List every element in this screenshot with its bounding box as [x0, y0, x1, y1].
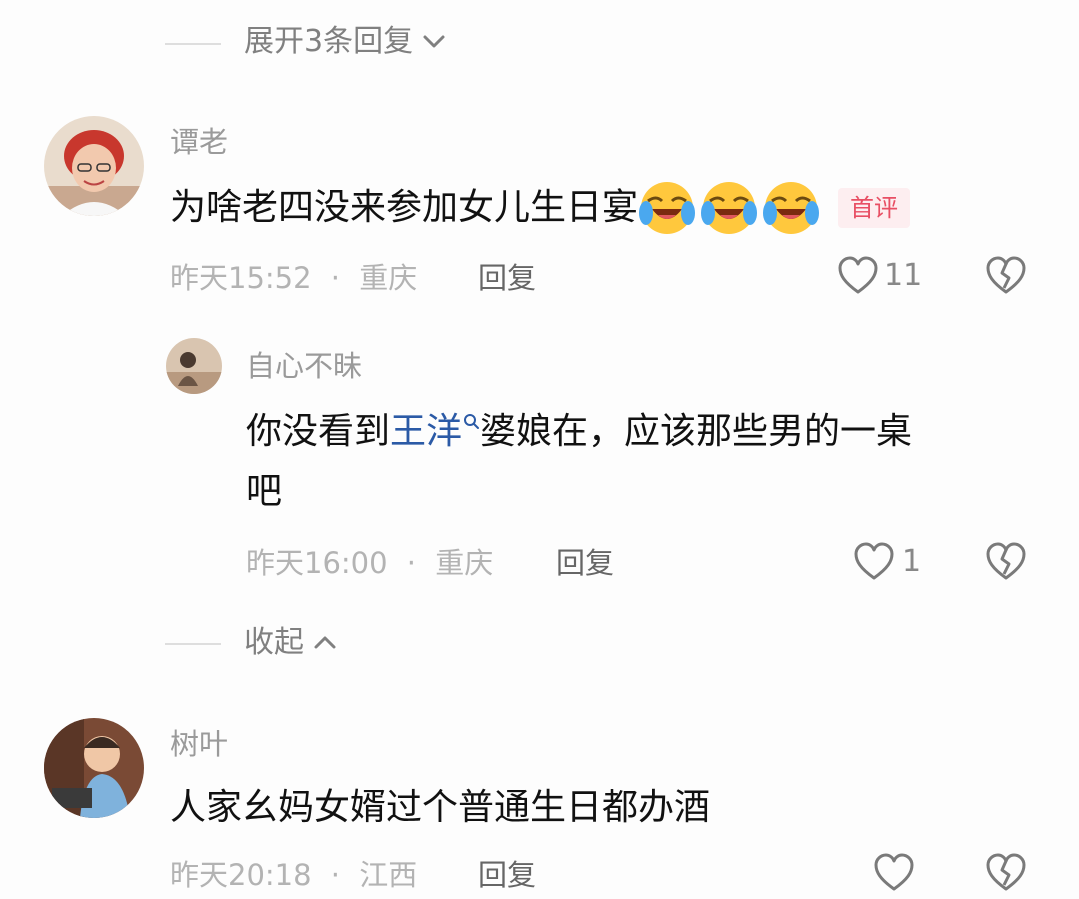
chevron-up-icon — [314, 636, 336, 649]
comment-username[interactable]: 谭老 — [170, 122, 228, 162]
reply-button[interactable]: 回复 — [478, 258, 536, 298]
mention-link[interactable]: 王洋 — [390, 411, 480, 452]
comment-location: 重庆 — [359, 261, 418, 295]
mention-text: 王洋 — [390, 411, 463, 452]
broken-heart-icon — [986, 542, 1026, 580]
dislike-button[interactable] — [984, 540, 1028, 588]
first-comment-badge: 首评 — [838, 188, 911, 228]
dislike-button[interactable] — [984, 851, 1028, 899]
comment-text: 人家幺妈女婿过个普通生日都办酒 — [170, 787, 711, 828]
meta-separator: · — [330, 261, 341, 295]
like-button[interactable]: 1 — [852, 540, 921, 584]
meta-separator: · — [406, 546, 417, 580]
tears-of-joy-emoji — [763, 182, 820, 234]
reply-username[interactable]: 自心不昧 — [246, 346, 362, 386]
reply-text-line1: 你没看到王洋 婆娘在，应该那些男的一桌 — [246, 402, 912, 462]
collapse-replies-label: 收起 — [244, 625, 304, 660]
broken-heart-icon — [986, 256, 1026, 294]
like-count: 1 — [902, 544, 922, 579]
thread-divider — [165, 643, 221, 645]
reply-location: 重庆 — [435, 546, 494, 580]
like-count: 11 — [884, 258, 923, 293]
avatar[interactable] — [44, 116, 144, 216]
comment-username[interactable]: 树叶 — [170, 724, 228, 764]
avatar[interactable] — [166, 338, 222, 394]
comment-time: 昨天20:18 — [170, 858, 312, 892]
expand-replies-label: 展开3条回复 — [244, 24, 414, 59]
comment-time: 昨天15:52 — [170, 261, 312, 295]
search-icon — [464, 414, 480, 429]
broken-heart-icon — [986, 853, 1026, 891]
dislike-button[interactable] — [984, 254, 1028, 302]
reply-text-before: 你没看到 — [246, 411, 391, 452]
heart-icon — [854, 542, 894, 580]
comment-text-body: 为啥老四没来参加女儿生日宴 — [170, 187, 639, 228]
thread-divider — [165, 43, 221, 45]
reply-text-line2: 吧 — [246, 471, 283, 512]
reply-text-after: 婆娘在，应该那些男的一桌 — [480, 411, 913, 452]
reply-button[interactable]: 回复 — [556, 543, 614, 583]
chevron-down-icon — [423, 35, 445, 48]
reply-button[interactable]: 回复 — [478, 855, 536, 895]
comment-meta: 昨天15:52 · 重庆 — [170, 258, 417, 298]
reply-text: 你没看到王洋 婆娘在，应该那些男的一桌 吧 — [246, 402, 912, 522]
avatar[interactable] — [44, 718, 144, 818]
collapse-replies-button[interactable]: 收起 — [244, 623, 340, 663]
heart-icon — [874, 853, 914, 891]
comment-text: 为啥老四没来参加女儿生日宴 首评 — [170, 178, 911, 238]
reply-time: 昨天16:00 — [246, 546, 388, 580]
expand-replies-button[interactable]: 展开3条回复 — [244, 22, 449, 62]
comment-location: 江西 — [359, 858, 418, 892]
like-button[interactable]: 11 — [836, 254, 922, 298]
like-button[interactable] — [872, 851, 916, 899]
meta-separator: · — [330, 858, 341, 892]
heart-icon — [838, 256, 878, 294]
reply-meta: 昨天16:00 · 重庆 — [246, 543, 493, 583]
tears-of-joy-emoji — [701, 182, 758, 234]
tears-of-joy-emoji — [639, 182, 696, 234]
comment-meta: 昨天20:18 · 江西 — [170, 855, 417, 895]
